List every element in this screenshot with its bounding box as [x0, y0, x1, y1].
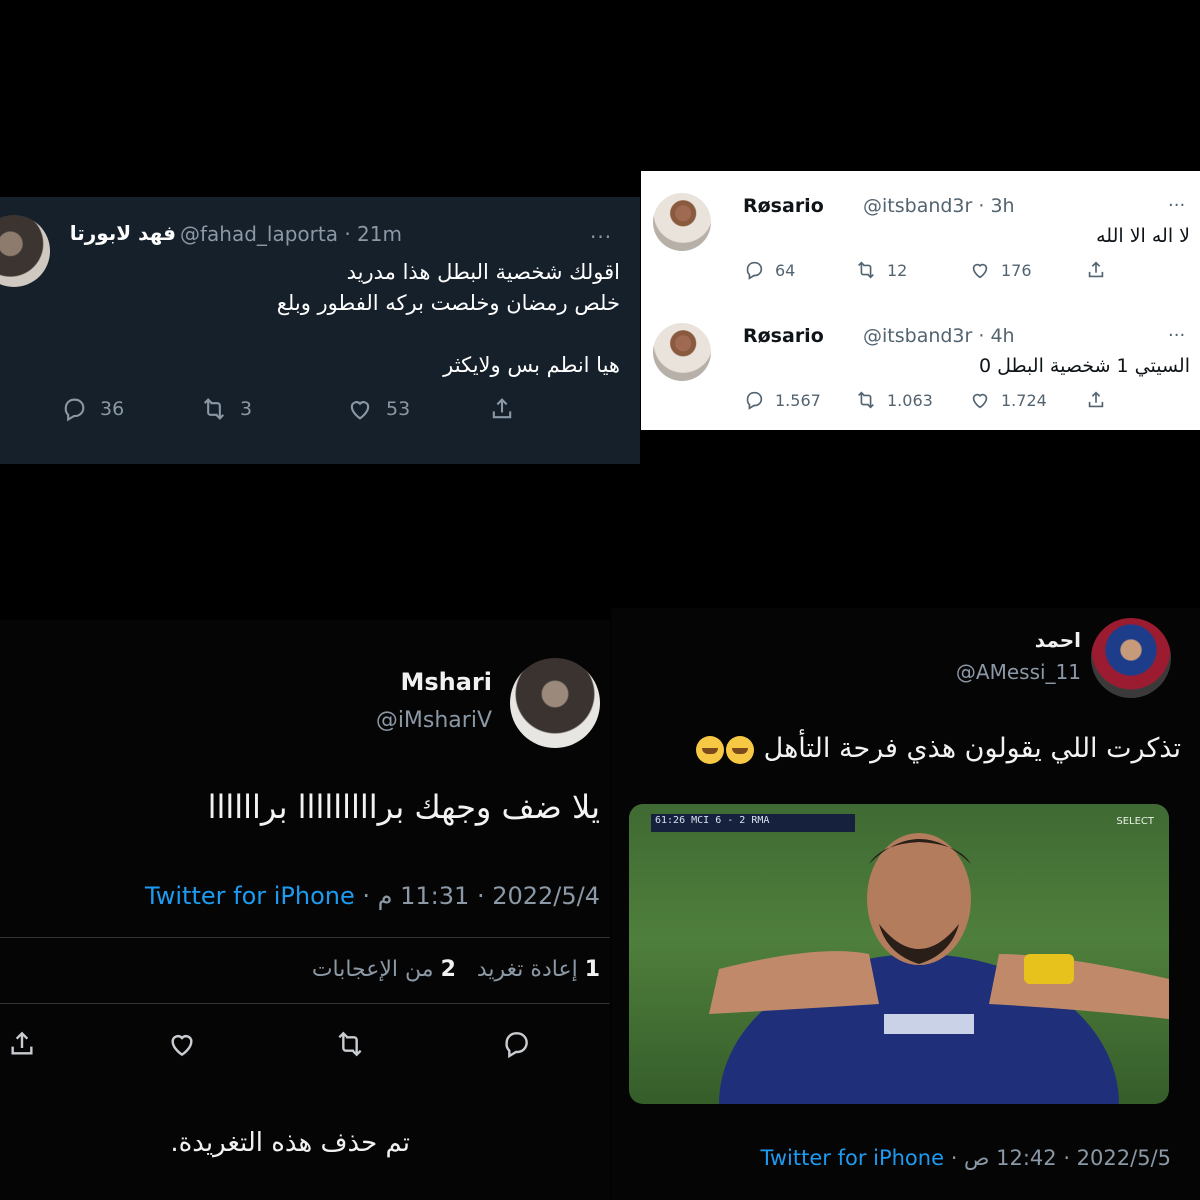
tweet-date: 2022/5/4 · 11:31 م · — [354, 882, 600, 910]
like-icon — [171, 1035, 193, 1057]
like-count: 1.724 — [1001, 390, 1047, 410]
like-count: 53 — [386, 398, 411, 420]
tweet-text: اقولك شخصية البطل هذا مدريد خلص رمضان وخ… — [140, 257, 620, 381]
tweet-source-link[interactable]: Twitter for iPhone — [761, 1146, 945, 1170]
like-count[interactable]: 2 — [441, 957, 456, 982]
author-handle[interactable]: @itsband3r · 3h — [863, 195, 1015, 217]
avatar[interactable] — [653, 193, 711, 251]
tweet-source-link[interactable]: Twitter for iPhone — [145, 882, 355, 910]
reply-button[interactable]: 1.567 — [743, 389, 821, 411]
tweet-mshari[interactable]: Mshari @iMshariV يلا ضف وجهك برااااااااا… — [0, 620, 610, 1200]
tweet-text: يلا ضف وجهك برااااااااا براااااا — [207, 788, 600, 826]
author-name[interactable]: فهد لابورتا — [62, 221, 176, 245]
author-name[interactable]: احمد — [931, 628, 1081, 652]
tweet-actions — [0, 1028, 610, 1068]
tweet-text: لا اله الا الله — [1096, 225, 1190, 247]
deleted-notice: تم حذف هذه التغريدة. — [170, 1128, 410, 1158]
tweet-meta: 2022/5/4 · 11:31 م · Twitter for iPhone — [40, 882, 600, 910]
tweet-line — [140, 319, 620, 350]
retweet-count: 3 — [240, 398, 253, 420]
like-button[interactable]: 1.724 — [969, 389, 1047, 411]
reply-button[interactable]: 36 — [60, 395, 124, 423]
tweet-line: هيا انطم بس ولايكثر — [443, 353, 620, 377]
crying-emoji-icon — [726, 735, 755, 764]
retweet-icon — [203, 398, 225, 420]
author-name[interactable]: Mshari — [340, 668, 492, 696]
light-tweets-card: Røsario @itsband3r · 3h ··· لا اله الا ا… — [641, 171, 1200, 430]
reply-icon — [64, 398, 85, 422]
tweet-text-content: تذكرت اللي يقولون هذي فرحة التأهل — [763, 733, 1181, 764]
reply-count: 64 — [775, 260, 796, 280]
like-label: من الإعجابات — [311, 957, 434, 982]
crying-emoji-icon — [696, 735, 725, 764]
tweet-actions: 64 12 176 — [743, 259, 1113, 289]
author-name[interactable]: Røsario — [743, 325, 824, 347]
author-handle[interactable]: @iMshariV — [340, 708, 492, 733]
reply-icon — [505, 1032, 528, 1059]
author-name[interactable]: Røsario — [743, 195, 824, 217]
like-icon — [350, 401, 370, 420]
retweet-count: 12 — [887, 260, 908, 280]
like-button[interactable] — [166, 1028, 198, 1060]
share-icon — [1088, 391, 1104, 408]
author-handle[interactable]: @itsband3r · 4h — [863, 325, 1015, 347]
share-icon — [492, 398, 512, 419]
more-icon[interactable]: ··· — [1168, 325, 1185, 346]
tweet-rosario-1[interactable]: Røsario @itsband3r · 3h ··· لا اله الا ا… — [641, 171, 1200, 299]
tweet-ahmed[interactable]: احمد @AMessi_11 تذكرت اللي يقولون هذي فر… — [611, 608, 1200, 1200]
avatar[interactable] — [1091, 618, 1171, 698]
like-icon — [972, 263, 988, 279]
avatar[interactable] — [0, 215, 50, 287]
broadcaster-logo: SELECT — [1116, 816, 1154, 827]
player-celebration-image — [709, 833, 1169, 1104]
retweet-count[interactable]: 1 — [585, 957, 600, 982]
divider — [0, 1003, 610, 1004]
more-icon[interactable]: ··· — [590, 225, 612, 249]
like-button[interactable]: 53 — [346, 395, 410, 423]
like-count: 176 — [1001, 260, 1032, 280]
share-icon — [11, 1031, 33, 1055]
retweet-count: 1.063 — [887, 390, 933, 410]
score-bug: 61:26 MCI 6 - 2 RMA — [651, 814, 855, 832]
tweet-media[interactable]: 61:26 MCI 6 - 2 RMA SELECT — [629, 804, 1169, 1104]
retweet-label: إعادة تغريد — [476, 957, 578, 982]
more-icon[interactable]: ··· — [1168, 195, 1185, 216]
retweet-button[interactable]: 12 — [855, 259, 907, 281]
share-icon — [1088, 261, 1104, 278]
reply-icon — [746, 391, 763, 410]
author-handle[interactable]: @fahad_laporta · 21m — [180, 222, 402, 246]
share-button[interactable] — [1085, 389, 1107, 411]
tweet-date: 2022/5/5 · 12:42 ص · — [944, 1146, 1171, 1170]
avatar[interactable] — [510, 658, 600, 748]
retweet-icon — [338, 1031, 362, 1057]
tweet-text: تذكرت اللي يقولون هذي فرحة التأهل — [641, 733, 1181, 764]
reply-button[interactable]: 64 — [743, 259, 795, 281]
retweet-button[interactable]: 3 — [200, 395, 252, 423]
avatar[interactable] — [653, 323, 711, 381]
reply-icon — [746, 261, 763, 280]
divider — [0, 937, 610, 938]
retweet-icon — [858, 261, 874, 279]
reply-button[interactable] — [500, 1028, 532, 1060]
like-button[interactable]: 176 — [969, 259, 1032, 281]
share-button[interactable] — [488, 395, 516, 423]
retweet-icon — [858, 391, 874, 409]
share-button[interactable] — [6, 1028, 38, 1060]
author-handle[interactable]: @AMessi_11 — [891, 660, 1081, 684]
tweet-text: السيتي 1 شخصية البطل 0 — [978, 355, 1190, 377]
retweet-button[interactable] — [334, 1028, 366, 1060]
like-icon — [972, 393, 988, 409]
tweet-actions: 36 3 53 — [60, 395, 540, 431]
tweet-meta: 2022/5/5 · 12:42 ص · Twitter for iPhone — [641, 1146, 1171, 1170]
retweet-button[interactable]: 1.063 — [855, 389, 933, 411]
share-button[interactable] — [1085, 259, 1107, 281]
tweet-line: اقولك شخصية البطل هذا مدريد — [346, 260, 620, 284]
reply-count: 1.567 — [775, 390, 821, 410]
tweet-actions: 1.567 1.063 1.724 — [743, 389, 1113, 419]
tweet-fahad[interactable]: فهد لابورتا @fahad_laporta · 21m ··· اقو… — [0, 197, 640, 464]
reply-count: 36 — [100, 398, 125, 420]
tweet-line: خلص رمضان وخلصت بركه الفطور وبلع — [276, 291, 620, 315]
tweet-rosario-2[interactable]: Røsario @itsband3r · 4h ··· السيتي 1 شخص… — [641, 301, 1200, 429]
tweet-stats: 1 إعادة تغريد 2 من الإعجابات — [40, 957, 600, 982]
